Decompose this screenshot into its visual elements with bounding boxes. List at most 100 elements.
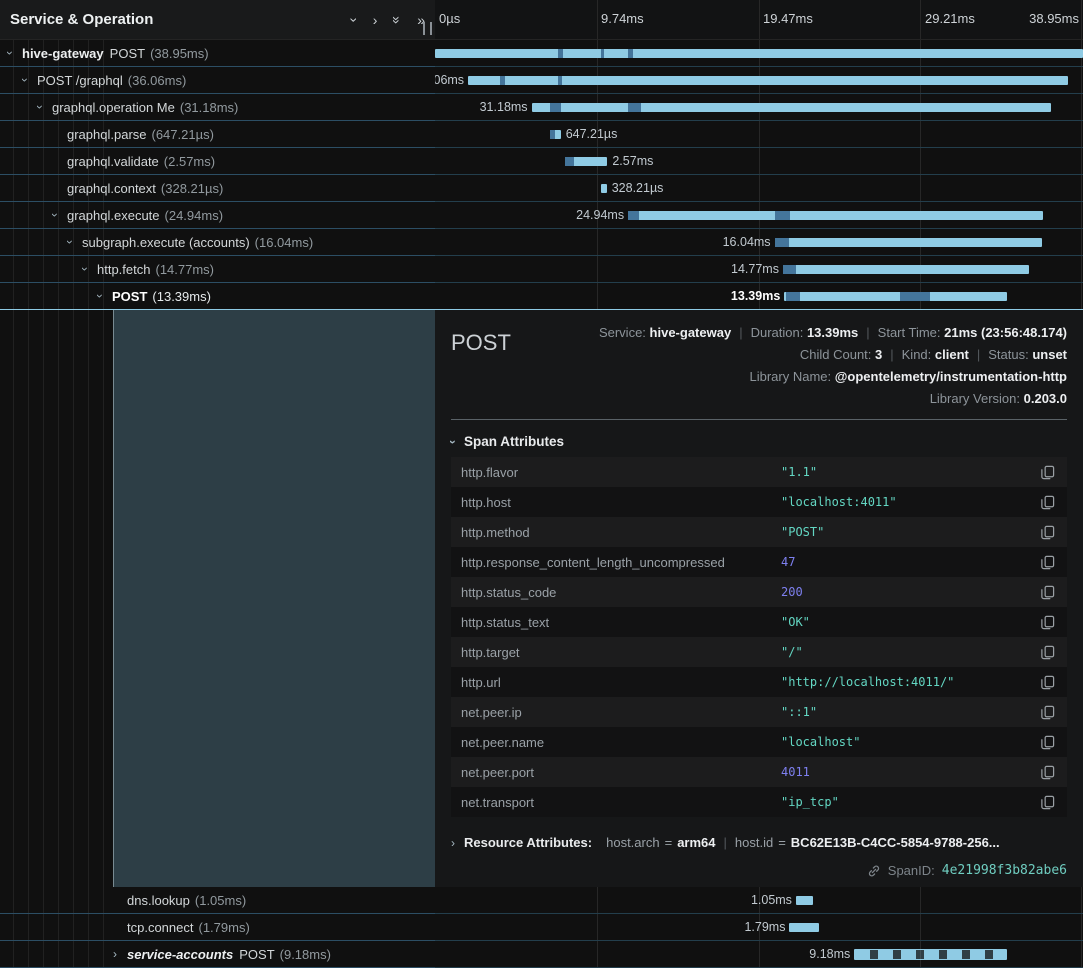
span-rows-bottom: dns.lookup(1.05ms)1.05mstcp.connect(1.79… (0, 887, 1083, 968)
span-bar[interactable] (789, 923, 819, 932)
span-row[interactable]: ›subgraph.execute (accounts)(16.04ms)16.… (0, 229, 1083, 256)
collapse-chevron-icon[interactable]: › (83, 263, 97, 275)
copy-button[interactable] (1038, 463, 1057, 482)
span-label-cell: dns.lookup(1.05ms) (0, 887, 435, 914)
attribute-row: http.url"http://localhost:4011/" (451, 667, 1067, 697)
attribute-key: http.status_text (461, 615, 781, 630)
panel-resize-handle[interactable] (423, 22, 432, 35)
attribute-value: "::1" (781, 705, 1038, 719)
self-time-mark (558, 76, 562, 85)
collapse-chevron-icon[interactable]: › (8, 47, 22, 59)
detail-title: POST (451, 322, 511, 356)
attribute-row: http.host"localhost:4011" (451, 487, 1067, 517)
equals-sign: = (773, 835, 791, 850)
collapse-all-icon[interactable]: » (393, 13, 401, 27)
operation-name: tcp.connect (127, 920, 194, 935)
collapse-chevron-icon[interactable]: › (68, 236, 82, 248)
span-bar[interactable] (601, 184, 607, 193)
self-time-mark (550, 130, 555, 139)
span-bar[interactable] (775, 238, 1042, 247)
copy-button[interactable] (1038, 643, 1057, 662)
span-duration: (31.18ms) (180, 100, 239, 115)
span-row[interactable]: ›POST(13.39ms)13.39ms (0, 283, 1083, 310)
attribute-row: http.status_code200 (451, 577, 1067, 607)
copy-icon (1040, 645, 1055, 660)
copy-button[interactable] (1038, 673, 1057, 692)
collapse-chevron-icon[interactable]: › (98, 290, 112, 302)
expand-chevron-icon[interactable]: › (113, 948, 127, 960)
copy-button[interactable] (1038, 523, 1057, 542)
operation-name: POST (110, 46, 145, 61)
attribute-row: http.response_content_length_uncompresse… (451, 547, 1067, 577)
span-label-cell: graphql.validate(2.57ms) (0, 148, 435, 175)
copy-icon (1040, 555, 1055, 570)
span-bar[interactable] (783, 265, 1029, 274)
copy-icon (1040, 675, 1055, 690)
meta-label: Status: (988, 347, 1032, 362)
span-bar[interactable] (854, 949, 1007, 960)
chevron-right-icon[interactable]: › (373, 13, 378, 27)
collapse-chevron-icon[interactable]: › (38, 101, 52, 113)
span-row[interactable]: graphql.parse(647.21µs)647.21µs (0, 121, 1083, 148)
span-bar[interactable] (796, 896, 813, 905)
span-row[interactable]: dns.lookup(1.05ms)1.05ms (0, 887, 1083, 914)
timeline-cell: 24.94ms (435, 202, 1083, 229)
attribute-row: http.method"POST" (451, 517, 1067, 547)
span-duration: (36.06ms) (128, 73, 187, 88)
attribute-value: 200 (781, 585, 1038, 599)
span-row[interactable]: ›POST /graphql(36.06ms)36.06ms (0, 67, 1083, 94)
meta-value: 21ms (23:56:48.174) (944, 325, 1067, 340)
attribute-value: "OK" (781, 615, 1038, 629)
timeline-cell: 36.06ms (435, 67, 1083, 94)
collapse-chevron-icon[interactable]: › (23, 74, 37, 86)
span-attributes-section-header[interactable]: › Span Attributes (451, 434, 1067, 449)
trace-timeline-app: Service & Operation › › » » 0µs9.74ms19.… (0, 0, 1083, 968)
span-row[interactable]: graphql.context(328.21µs)328.21µs (0, 175, 1083, 202)
copy-button[interactable] (1038, 613, 1057, 632)
ruler-tick-label: 9.74ms (601, 11, 644, 26)
copy-button[interactable] (1038, 733, 1057, 752)
resource-value: BC62E13B-C4CC-5854-9788-256... (791, 835, 1000, 850)
span-duration: (1.05ms) (195, 893, 246, 908)
self-time-mark (565, 157, 574, 166)
span-row[interactable]: ›http.fetch(14.77ms)14.77ms (0, 256, 1083, 283)
span-row[interactable]: tcp.connect(1.79ms)1.79ms (0, 914, 1083, 941)
span-bar[interactable] (784, 292, 1007, 301)
detail-meta-line: Library Name: @opentelemetry/instrumenta… (599, 366, 1067, 388)
timeline-cell: 13.39ms (435, 283, 1083, 310)
copy-button[interactable] (1038, 553, 1057, 572)
span-duration: (24.94ms) (165, 208, 224, 223)
copy-button[interactable] (1038, 763, 1057, 782)
copy-button[interactable] (1038, 703, 1057, 722)
span-bar[interactable] (628, 211, 1043, 220)
span-row[interactable]: ›graphql.operation Me(31.18ms)31.18ms (0, 94, 1083, 121)
copy-icon (1040, 525, 1055, 540)
span-bar[interactable] (435, 49, 1083, 58)
attribute-value: "localhost" (781, 735, 1038, 749)
copy-button[interactable] (1038, 793, 1057, 812)
service-operation-header: Service & Operation › › » » (0, 0, 435, 40)
attribute-row: net.peer.name"localhost" (451, 727, 1067, 757)
copy-icon (1040, 585, 1055, 600)
span-row[interactable]: ›graphql.execute(24.94ms)24.94ms (0, 202, 1083, 229)
attribute-key: http.flavor (461, 465, 781, 480)
span-row[interactable]: ›hive-gatewayPOST(38.95ms)38.95ms (0, 40, 1083, 67)
timeline-cell: 16.04ms (435, 229, 1083, 256)
bar-duration-label: 36.06ms (435, 73, 464, 87)
meta-label: Library Version: (930, 391, 1024, 406)
span-bar[interactable] (532, 103, 1051, 112)
copy-button[interactable] (1038, 583, 1057, 602)
copy-button[interactable] (1038, 493, 1057, 512)
self-time-mark (628, 49, 633, 58)
attribute-value: "/" (781, 645, 1038, 659)
collapse-chevron-icon[interactable]: › (53, 209, 67, 221)
meta-label: Start Time: (878, 325, 944, 340)
chevron-down-icon[interactable]: › (352, 13, 357, 27)
self-time-mark (550, 103, 562, 112)
resource-attributes-row[interactable]: › Resource Attributes: host.arch=arm64|h… (451, 835, 1067, 850)
span-row[interactable]: graphql.validate(2.57ms)2.57ms (0, 148, 1083, 175)
operation-name: subgraph.execute (accounts) (82, 235, 250, 250)
span-row[interactable]: ›service-accountsPOST(9.18ms)9.18ms (0, 941, 1083, 968)
bar-duration-label: 647.21µs (566, 127, 618, 141)
bar-duration-label: 31.18ms (480, 100, 528, 114)
